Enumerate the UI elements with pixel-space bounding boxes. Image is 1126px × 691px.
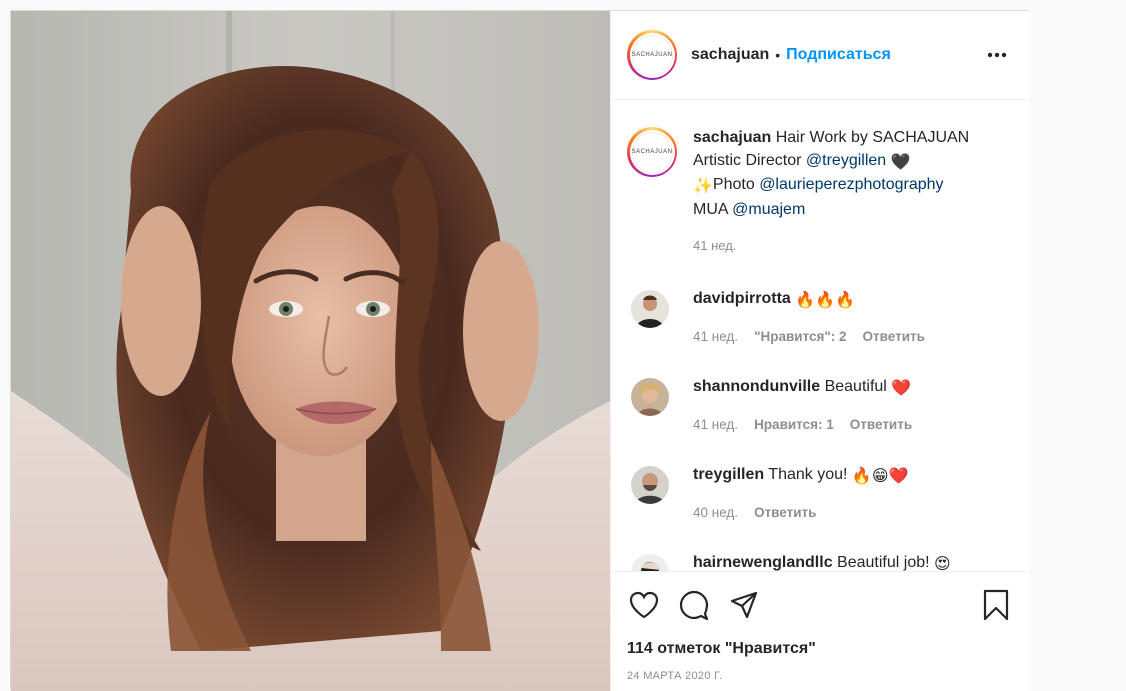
commenter-avatar[interactable] (631, 289, 669, 328)
mention-link[interactable]: @laurieperezphotography (759, 176, 943, 193)
caption-username[interactable]: sachajuan (693, 129, 771, 146)
comment-meta: 40 нед. Ответить (693, 502, 908, 524)
comment-item: hairnewenglandllc Beautiful job! 😍 (611, 552, 1029, 572)
comment-item: treygillen Thank you! 🔥😁❤️ 40 нед. Ответ… (611, 464, 1029, 524)
comment-item: shannondunville Beautiful ❤️ 41 нед. Нра… (611, 376, 1029, 436)
caption-line2: Artistic Director (693, 151, 802, 169)
separator-dot: • (775, 47, 781, 63)
comment-icon[interactable] (677, 588, 711, 622)
comment-likes[interactable]: Нравится: 1 (754, 414, 834, 436)
caption-line3: Photo (712, 176, 755, 193)
caption-line1: Hair Work by SACHAJUAN (775, 129, 970, 146)
reply-button[interactable]: Ответить (863, 326, 925, 348)
comment-username[interactable]: hairnewenglandllc (693, 554, 833, 571)
comment-likes[interactable]: "Нравится": 2 (754, 326, 846, 348)
comment-username[interactable]: shannondunville (693, 378, 820, 395)
comment-text: Beautiful (824, 377, 887, 395)
caption-time[interactable]: 41 нед. (693, 235, 969, 258)
heart-eyes-emoji: 😍 (934, 555, 951, 572)
post-photo[interactable] (11, 11, 610, 691)
comment-time[interactable]: 41 нед. (693, 326, 738, 348)
comment-time[interactable]: 41 нед. (693, 414, 738, 436)
black-heart-emoji: 🖤 (890, 153, 911, 171)
likes-count[interactable]: 114 отметок "Нравится" (627, 640, 1013, 658)
post-header: SACHAJUAN sachajuan • Подписаться (611, 11, 1029, 100)
bookmark-icon[interactable] (979, 588, 1013, 622)
caption-avatar[interactable]: SACHAJUAN (627, 127, 677, 177)
comments-list[interactable]: SACHAJUAN sachajuan Hair Work by SACHAJU… (611, 101, 1029, 571)
comment-text: Thank you! (768, 465, 848, 483)
fire-grin-heart-emoji: 🔥😁❤️ (851, 467, 909, 485)
comment-username[interactable]: davidpirrotta (693, 290, 791, 307)
sparkles-emoji: ✨ (693, 178, 713, 195)
post-side-panel: SACHAJUAN sachajuan • Подписаться SACHAJ… (610, 11, 1029, 691)
red-heart-emoji: ❤️ (891, 379, 912, 397)
instagram-post: SACHAJUAN sachajuan • Подписаться SACHAJ… (10, 10, 1029, 691)
commenter-avatar[interactable] (631, 553, 669, 571)
share-icon[interactable] (727, 588, 761, 622)
caption-line4: MUA (693, 200, 728, 218)
more-options-icon[interactable] (987, 45, 1007, 59)
comment-meta: 41 нед. "Нравится": 2 Ответить (693, 326, 925, 348)
follow-button[interactable]: Подписаться (786, 46, 891, 64)
comment-username[interactable]: treygillen (693, 466, 764, 483)
comment-time[interactable]: 40 нед. (693, 502, 738, 524)
reply-button[interactable]: Ответить (850, 414, 912, 436)
post-date[interactable]: 24 марта 2020 г. (627, 670, 1013, 682)
mention-link[interactable]: @muajem (732, 201, 805, 218)
comment-text: Beautiful job! (837, 553, 930, 571)
fire-emoji: 🔥🔥🔥 (795, 291, 856, 309)
commenter-avatar[interactable] (631, 465, 669, 504)
portrait-image (11, 11, 610, 691)
post-actions: 114 отметок "Нравится" 24 марта 2020 г. (611, 571, 1029, 682)
commenter-avatar[interactable] (631, 377, 669, 416)
action-icons (627, 588, 1013, 622)
avatar-logo: SACHAJUAN (631, 131, 673, 173)
post-caption: SACHAJUAN sachajuan Hair Work by SACHAJU… (611, 101, 1029, 258)
mention-link[interactable]: @treygillen (806, 152, 886, 169)
comment-item: davidpirrotta 🔥🔥🔥 41 нед. "Нравится": 2 … (611, 288, 1029, 348)
reply-button[interactable]: Ответить (754, 502, 816, 524)
avatar-logo: SACHAJUAN (631, 34, 673, 76)
author-username[interactable]: sachajuan (691, 46, 769, 64)
author-avatar[interactable]: SACHAJUAN (627, 30, 677, 80)
caption-body: sachajuan Hair Work by SACHAJUAN Artisti… (693, 127, 969, 258)
comment-meta: 41 нед. Нравится: 1 Ответить (693, 414, 912, 436)
heart-icon[interactable] (627, 588, 661, 622)
